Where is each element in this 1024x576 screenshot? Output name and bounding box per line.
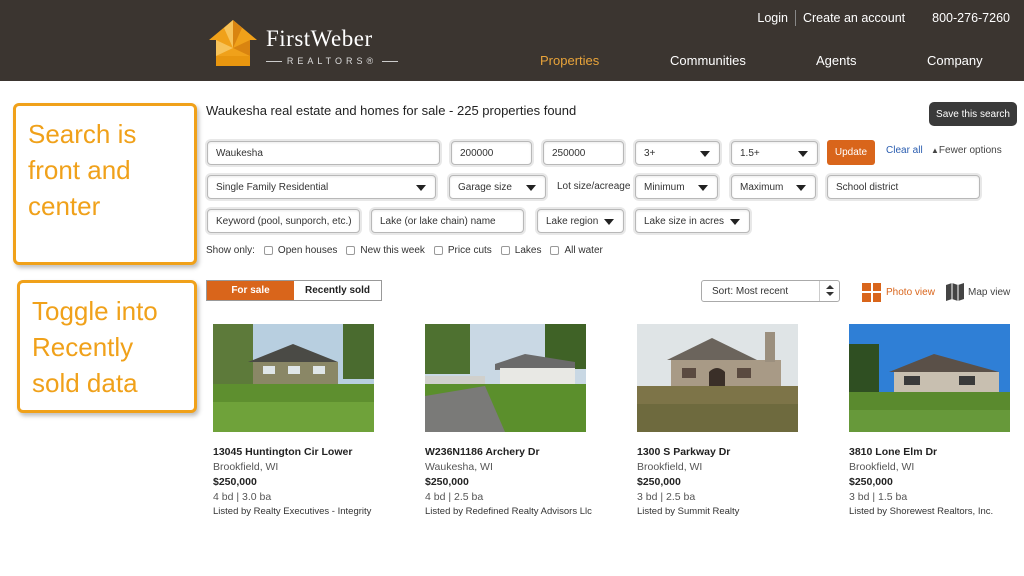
beds-select[interactable]: 3+ <box>635 141 720 165</box>
listing-photo[interactable] <box>849 324 1010 432</box>
filter-price-cuts[interactable]: Price cuts <box>433 245 492 256</box>
listing-city: Waukesha, WI <box>425 461 493 473</box>
nav-item-agents[interactable]: Agents <box>816 53 856 68</box>
filter-all-water[interactable]: All water <box>550 245 603 256</box>
sort-select[interactable]: Sort: Most recent <box>701 280 840 302</box>
map-icon <box>946 283 964 301</box>
baths-select[interactable]: 1.5+ <box>731 141 818 165</box>
listing-beds-baths: 4 bd | 3.0 ba <box>213 491 272 503</box>
listing-price: $250,000 <box>425 476 469 488</box>
listing-photo[interactable] <box>213 324 374 432</box>
listing-address[interactable]: W236N1186 Archery Dr <box>425 446 605 458</box>
show-only-filters: Show only: Open houses New this week Pri… <box>206 243 603 257</box>
listing-photo[interactable] <box>637 324 798 432</box>
lot-size-label: Lot size/acreage <box>557 181 631 192</box>
sort-arrows-icon <box>819 281 839 301</box>
photo-view-toggle[interactable]: Photo view <box>862 282 935 302</box>
property-type-select[interactable]: Single Family Residential <box>207 175 436 199</box>
listing-city: Brookfield, WI <box>849 461 915 473</box>
nav-item-properties[interactable]: Properties <box>540 53 599 68</box>
checkbox[interactable] <box>346 245 356 255</box>
listing-price: $250,000 <box>849 476 893 488</box>
tab-for-sale[interactable]: For sale <box>207 281 294 300</box>
main-nav: Properties Communities Agents Company <box>0 53 1024 69</box>
lake-region-select[interactable]: Lake region <box>537 209 624 233</box>
listing-address[interactable]: 1300 S Parkway Dr <box>637 446 817 458</box>
lake-name-input[interactable]: Lake (or lake chain) name <box>371 209 524 233</box>
listing-address[interactable]: 3810 Lone Elm Dr <box>849 446 1024 458</box>
listing-photo[interactable] <box>425 324 586 432</box>
lake-size-select[interactable]: Lake size in acres <box>635 209 750 233</box>
location-input[interactable]: Waukesha <box>207 141 440 165</box>
listing-agent: Listed by Shorewest Realtors, Inc. <box>849 506 994 517</box>
filter-new-this-week[interactable]: New this week <box>346 245 425 256</box>
checkbox[interactable] <box>263 245 273 255</box>
tab-recently-sold[interactable]: Recently sold <box>294 281 381 300</box>
callout-toggle: Toggle into Recently sold data <box>17 280 197 413</box>
login-link[interactable]: Login <box>750 11 795 25</box>
map-view-toggle[interactable]: Map view <box>945 282 1010 302</box>
min-price-input[interactable]: 200000 <box>451 141 532 165</box>
caret-up-icon: ▲ <box>931 146 939 155</box>
school-district-input[interactable]: School district <box>827 175 980 199</box>
checkbox[interactable] <box>500 245 510 255</box>
listing-agent: Listed by Redefined Realty Advisors Llc <box>425 506 592 517</box>
results-title: Waukesha real estate and homes for sale … <box>206 103 577 118</box>
garage-size-select[interactable]: Garage size <box>449 175 546 199</box>
listing-card[interactable]: W236N1186 Archery Dr Waukesha, WI $250,0… <box>425 324 605 517</box>
grid-icon <box>862 282 881 302</box>
lot-max-select[interactable]: Maximum <box>731 175 816 199</box>
filter-lakes[interactable]: Lakes <box>500 245 541 256</box>
show-only-label: Show only: <box>206 244 255 256</box>
save-search-button[interactable]: Save this search <box>929 102 1017 126</box>
sale-status-toggle: For sale Recently sold <box>206 280 382 301</box>
listing-beds-baths: 4 bd | 2.5 ba <box>425 491 484 503</box>
update-button[interactable]: Update <box>827 140 875 165</box>
lot-min-select[interactable]: Minimum <box>635 175 718 199</box>
checkbox[interactable] <box>433 245 443 255</box>
listing-city: Brookfield, WI <box>213 461 279 473</box>
site-header: FirstWeber REALTORS® Login Create an acc… <box>0 0 1024 81</box>
nav-item-company[interactable]: Company <box>927 53 983 68</box>
top-links: Login Create an account 800-276-7260 <box>750 10 1010 26</box>
clear-all-link[interactable]: Clear all <box>886 145 923 156</box>
phone-number[interactable]: 800-276-7260 <box>912 11 1010 25</box>
keyword-input[interactable]: Keyword (pool, sunporch, etc.) <box>207 209 360 233</box>
listing-price: $250,000 <box>637 476 681 488</box>
listing-agent: Listed by Realty Executives - Integrity <box>213 506 372 517</box>
brand-name: FirstWeber <box>266 26 373 51</box>
listing-card[interactable]: 13045 Huntington Cir Lower Brookfield, W… <box>213 324 393 517</box>
fewer-options-link[interactable]: ▲Fewer options <box>931 145 1002 156</box>
listing-beds-baths: 3 bd | 2.5 ba <box>637 491 696 503</box>
listing-address[interactable]: 13045 Huntington Cir Lower <box>213 446 393 458</box>
listing-city: Brookfield, WI <box>637 461 703 473</box>
listing-agent: Listed by Summit Realty <box>637 506 740 517</box>
callout-search: Search is front and center <box>13 103 197 265</box>
max-price-input[interactable]: 250000 <box>543 141 624 165</box>
nav-item-communities[interactable]: Communities <box>670 53 746 68</box>
listing-card[interactable]: 1300 S Parkway Dr Brookfield, WI $250,00… <box>637 324 817 517</box>
listing-beds-baths: 3 bd | 1.5 ba <box>849 491 908 503</box>
filter-open-houses[interactable]: Open houses <box>263 245 337 256</box>
create-account-link[interactable]: Create an account <box>796 11 912 25</box>
checkbox[interactable] <box>550 245 560 255</box>
listing-card[interactable]: 3810 Lone Elm Dr Brookfield, WI $250,000… <box>849 324 1024 517</box>
listing-price: $250,000 <box>213 476 257 488</box>
